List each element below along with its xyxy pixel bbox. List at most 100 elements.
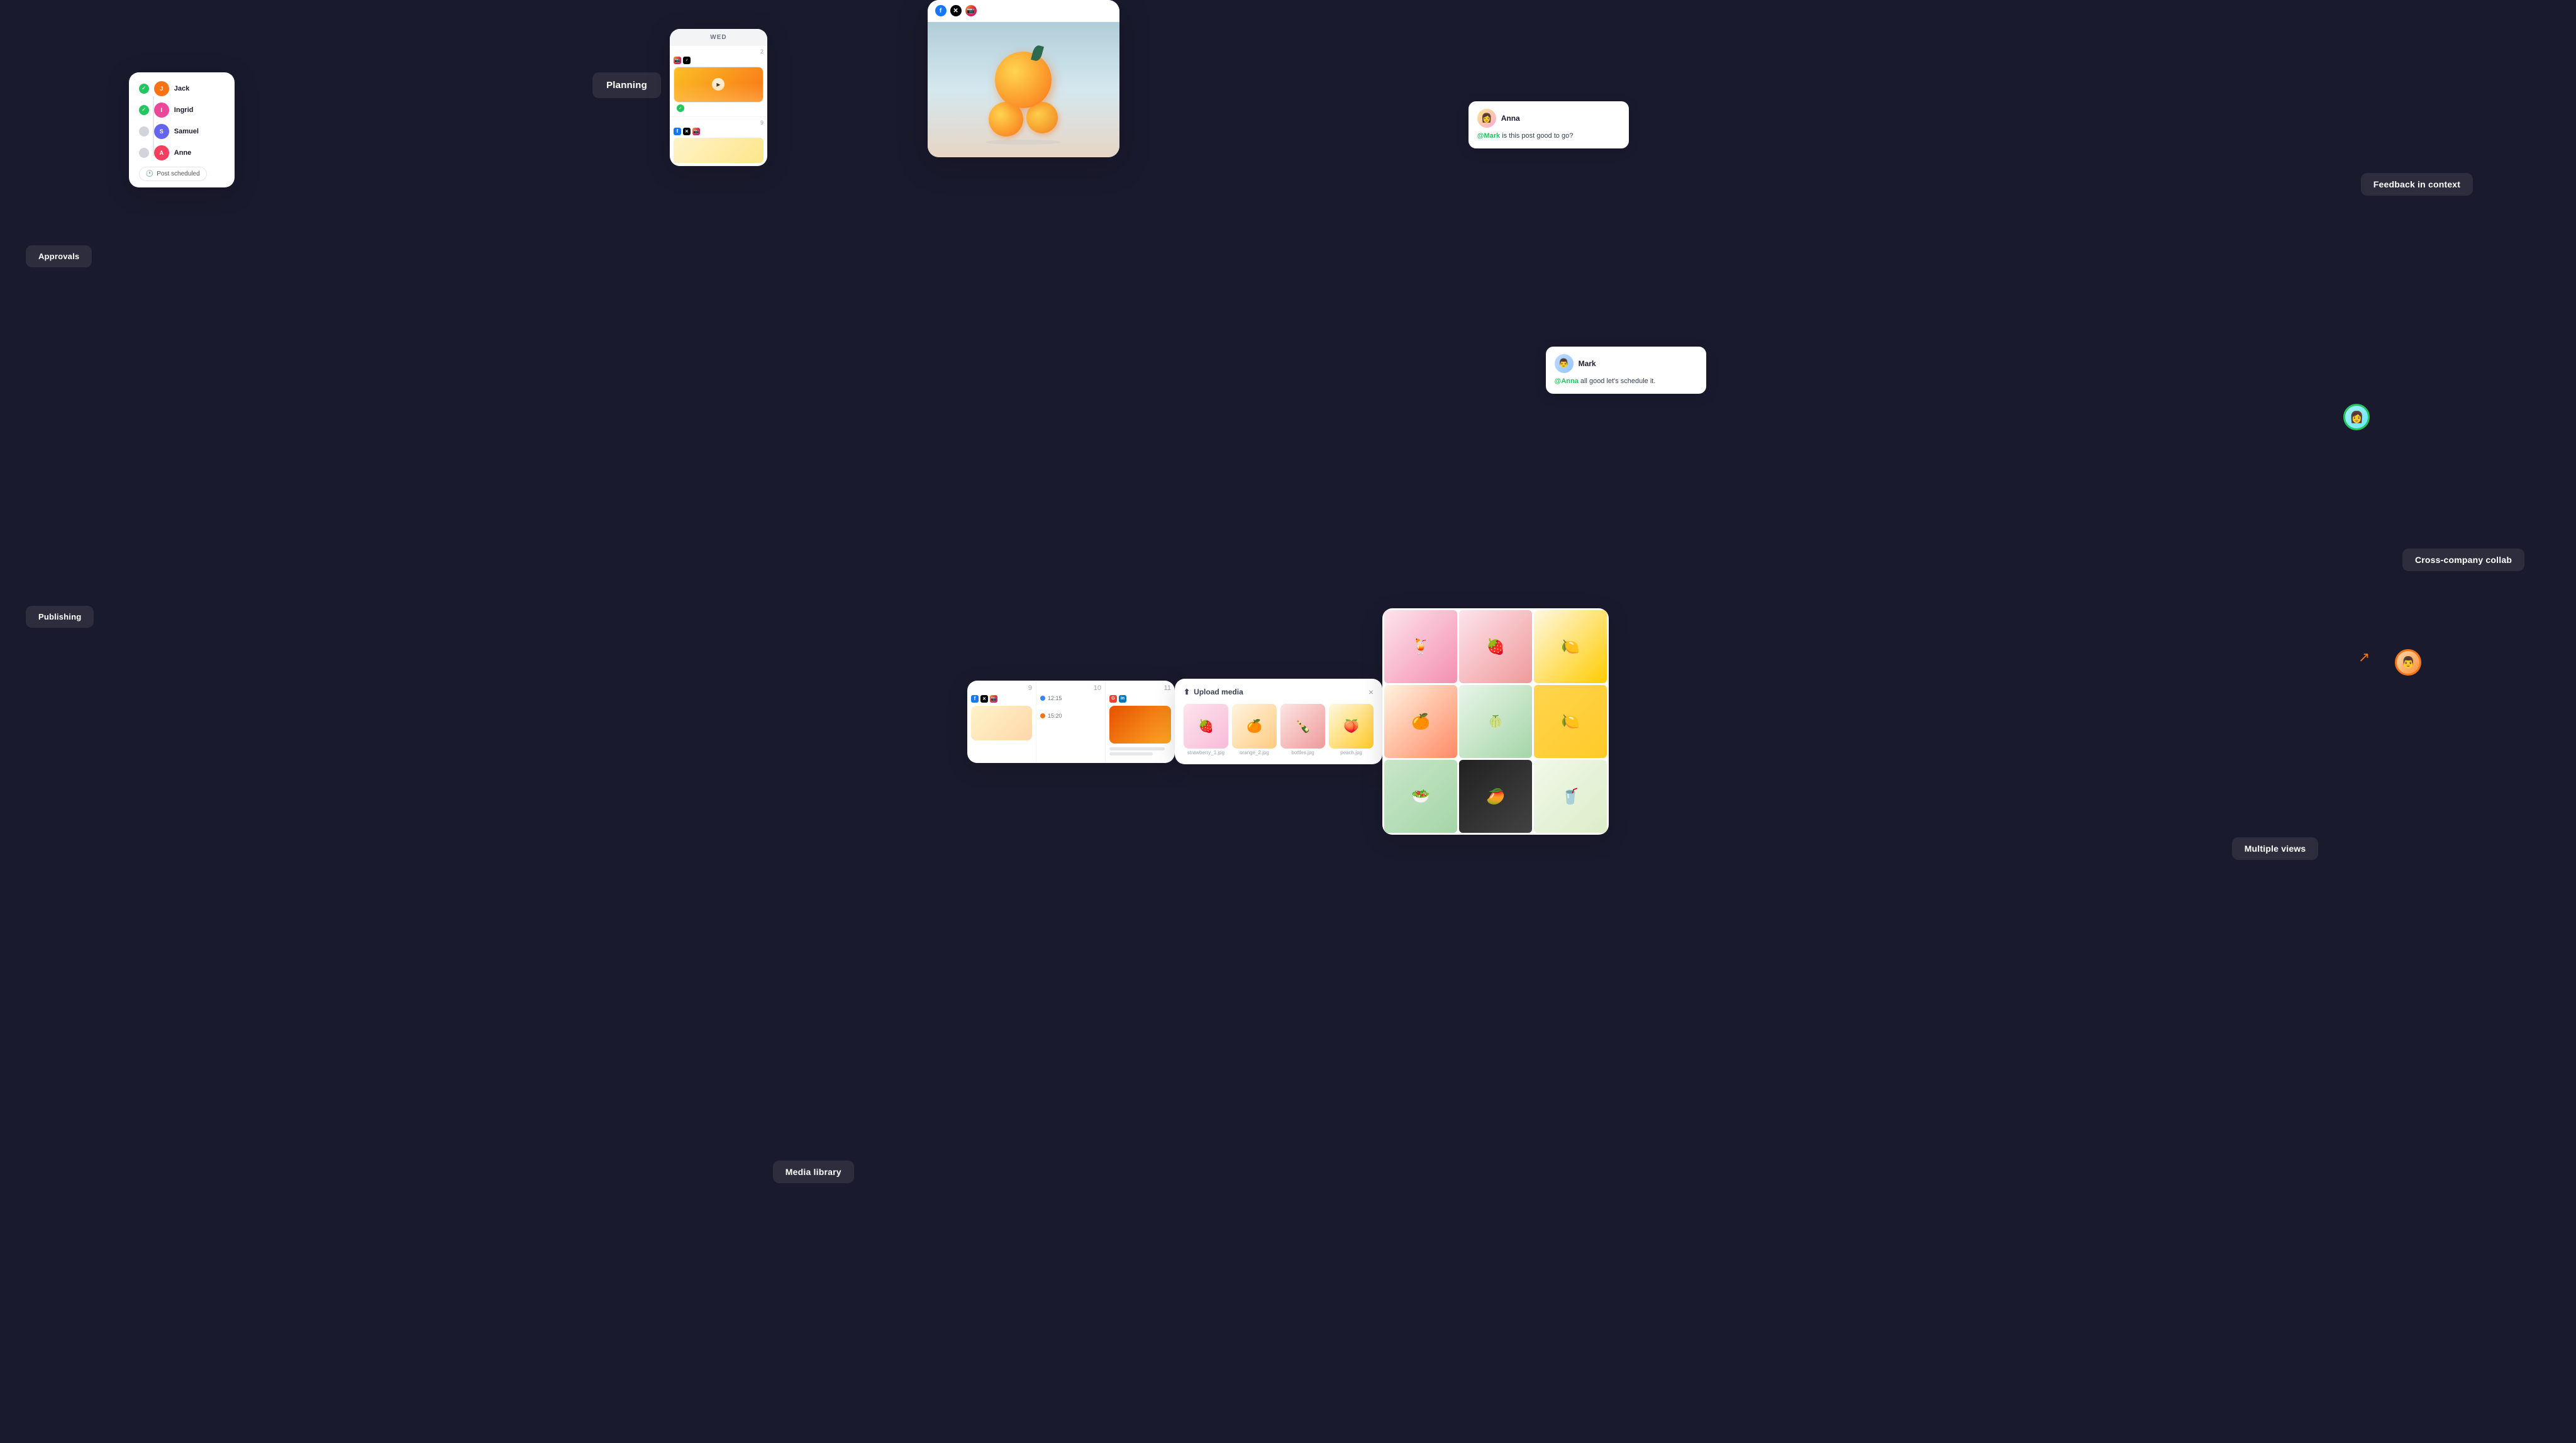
feedback-in-context-label: Feedback in context: [2361, 173, 2473, 196]
mark-comment-header: 👨 Mark: [1555, 354, 1697, 373]
date-9: 9: [674, 120, 763, 126]
big-post-card: f ✕ 📷: [928, 0, 1119, 157]
social-icons-row2: f ✕ 📷: [674, 128, 763, 135]
upload-title-text: Upload media: [1194, 688, 1243, 696]
upload-item-0[interactable]: 🍓 strawberry_1.jpg: [1184, 704, 1228, 755]
avatar-ingrid: I: [154, 103, 169, 118]
big-post-image: [928, 22, 1119, 157]
media-emoji-0: 🍹: [1384, 610, 1457, 683]
approvals-label: Approvals: [26, 245, 92, 267]
name-anne: Anne: [174, 149, 192, 157]
planning-row-2: 9 f ✕ 📷: [670, 117, 767, 166]
avatar-samuel: S: [154, 124, 169, 139]
upload-thumb-2: 🍾: [1280, 704, 1325, 749]
time-dot-orange: [1040, 713, 1045, 718]
media-emoji-7: 🥭: [1459, 760, 1532, 833]
upload-title-row: ⬆ Upload media: [1184, 688, 1243, 696]
upload-media-card: ⬆ Upload media × 🍓 strawberry_1.jpg 🍊 or…: [1175, 679, 1382, 764]
media-emoji-4: 🍈: [1459, 685, 1532, 758]
planning-label: Planning: [592, 72, 661, 98]
check-ingrid: ✓: [139, 105, 149, 115]
media-cell-2[interactable]: 🍋: [1534, 610, 1607, 683]
facebook-icon-2: f: [674, 128, 681, 135]
cal-gm: G: [1109, 695, 1117, 703]
upload-emoji-1: 🍊: [1232, 704, 1277, 749]
upload-item-1[interactable]: 🍊 orange_2.jpg: [1232, 704, 1277, 755]
approval-item-anne: A Anne: [139, 145, 225, 160]
mark-comment-text: @Anna all good let's schedule it.: [1555, 377, 1697, 386]
ig-icon-main: 📷: [965, 5, 977, 16]
anna-mention: @Mark: [1477, 132, 1500, 140]
media-emoji-2: 🍋: [1534, 610, 1607, 683]
tiktok-icon-1: ♪: [683, 57, 691, 64]
cal-tw: ✕: [980, 695, 988, 703]
anna-comment-text: @Mark is this post good to go?: [1477, 131, 1620, 141]
media-cell-3[interactable]: 🍊: [1384, 685, 1457, 758]
approvals-card: ✓ J Jack ✓ I Ingrid S Samuel A Anne 🕐: [129, 72, 235, 187]
approval-item-jack: ✓ J Jack: [139, 81, 225, 96]
upload-grid: 🍓 strawberry_1.jpg 🍊 orange_2.jpg 🍾 bott…: [1184, 704, 1374, 755]
media-cell-1[interactable]: 🍓: [1459, 610, 1532, 683]
cal-ig: 📷: [990, 695, 997, 703]
anna-avatar: 👩: [1477, 109, 1496, 128]
time-1215: 12:15: [1048, 695, 1062, 701]
collab-avatar-1: 👩: [2343, 404, 2370, 430]
orange-main: [995, 52, 1052, 108]
media-emoji-8: 🥤: [1534, 760, 1607, 833]
name-ingrid: Ingrid: [174, 106, 194, 114]
mark-avatar: 👨: [1555, 354, 1574, 373]
upload-item-3[interactable]: 🍑 peach.jpg: [1329, 704, 1374, 755]
upload-header: ⬆ Upload media ×: [1184, 688, 1374, 696]
avatar-jack: J: [154, 81, 169, 96]
upload-thumb-3: 🍑: [1329, 704, 1374, 749]
cal-col-10: 10 12:15 15:20: [1036, 681, 1106, 762]
planning-row-1: 2 📷 ♪ ▶ ✓: [670, 46, 767, 117]
social-icons-row1: 📷 ♪: [674, 57, 763, 64]
upload-emoji-3: 🍑: [1329, 704, 1374, 749]
anna-text-rest: is this post good to go?: [1502, 132, 1573, 140]
media-grid: 🍹 🍓 🍋 🍊 🍈 🍋 🥗 🥭: [1382, 608, 1609, 835]
name-jack: Jack: [174, 85, 189, 92]
upload-item-2[interactable]: 🍾 bottles.jpg: [1280, 704, 1325, 755]
publishing-label: Publishing: [26, 606, 94, 628]
anna-name: Anna: [1501, 114, 1520, 123]
name-samuel: Samuel: [174, 128, 199, 135]
big-post-header: f ✕ 📷: [928, 0, 1119, 22]
media-cell-8[interactable]: 🥤: [1534, 760, 1607, 833]
approvals-inner: ✓ J Jack ✓ I Ingrid S Samuel A Anne 🕐: [139, 81, 225, 181]
media-emoji-3: 🍊: [1384, 685, 1457, 758]
check-green-1: ✓: [677, 104, 684, 112]
planning-card: WED 2 📷 ♪ ▶ ✓ 9 f ✕ 📷: [670, 29, 767, 166]
anna-comment-bubble: 👩 Anna @Mark is this post good to go?: [1468, 101, 1629, 148]
clock-icon: 🕐: [146, 170, 153, 177]
media-cell-5[interactable]: 🍋: [1534, 685, 1607, 758]
check-anne: [139, 148, 149, 158]
media-emoji-1: 🍓: [1459, 610, 1532, 683]
img-overlay: [674, 83, 763, 102]
cal-post-9: [971, 706, 1032, 740]
calendar-grid: 9 f ✕ 📷 10 12:15 15:20: [967, 681, 1175, 763]
cal-post-11: [1109, 706, 1171, 744]
cal-date-9: 9: [971, 684, 1032, 692]
media-cell-7[interactable]: 🥭: [1459, 760, 1532, 833]
media-cell-4[interactable]: 🍈: [1459, 685, 1532, 758]
li-line-1: [1109, 747, 1165, 750]
scene: Publishing Approvals ✓ J Jack ✓ I Ingrid…: [0, 0, 2576, 1443]
cal-date-10: 10: [1040, 684, 1101, 692]
cal-post-11-lines: [1109, 747, 1171, 755]
mark-name: Mark: [1579, 359, 1596, 368]
upload-close-button[interactable]: ×: [1368, 688, 1374, 696]
upload-emoji-0: 🍓: [1184, 704, 1228, 749]
plate-shadow: [985, 140, 1061, 145]
arrow-icon: ↗: [2358, 649, 2370, 666]
planning-post-1: ▶: [674, 67, 763, 103]
media-cell-6[interactable]: 🥗: [1384, 760, 1457, 833]
calendar-grid-card: 9 f ✕ 📷 10 12:15 15:20: [967, 681, 1175, 763]
approval-item-samuel: S Samuel: [139, 124, 225, 139]
upload-label-2: bottles.jpg: [1280, 750, 1325, 755]
approval-item-ingrid: ✓ I Ingrid: [139, 103, 225, 118]
cal-date-11: 11: [1109, 684, 1171, 692]
timeline-line: [153, 96, 154, 156]
media-cell-0[interactable]: 🍹: [1384, 610, 1457, 683]
upload-label-0: strawberry_1.jpg: [1184, 750, 1228, 755]
